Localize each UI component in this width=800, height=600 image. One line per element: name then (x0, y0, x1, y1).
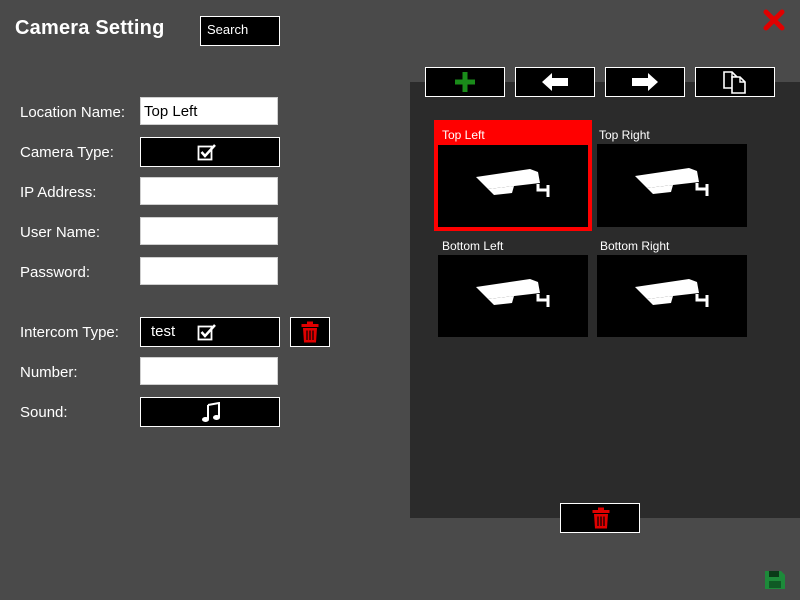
user-name-label: User Name: (20, 224, 101, 241)
location-name-input[interactable] (141, 98, 277, 124)
close-button[interactable] (763, 9, 785, 31)
arrow-left-icon (542, 73, 568, 91)
ip-address-input[interactable] (141, 178, 277, 204)
previous-button[interactable] (515, 67, 595, 97)
arrow-right-icon (632, 73, 658, 91)
camera-label-top-right: Top Right (599, 128, 650, 142)
ip-address-label: IP Address: (20, 184, 97, 201)
copy-icon (723, 71, 746, 94)
camera-label-top-left: Top Left (442, 128, 485, 142)
checkbox-icon (197, 324, 216, 341)
copy-button[interactable] (695, 67, 775, 97)
security-camera-icon (476, 279, 550, 307)
camera-type-button[interactable] (140, 137, 280, 167)
security-camera-icon (476, 169, 550, 197)
trash-icon (301, 321, 319, 343)
add-camera-button[interactable] (425, 67, 505, 97)
security-camera-icon (635, 279, 709, 307)
number-input[interactable] (141, 358, 277, 384)
password-label: Password: (20, 264, 91, 281)
location-label: Location Name: (20, 104, 126, 121)
ip-address-field[interactable] (140, 177, 278, 205)
camera-tile-bottom-right[interactable] (597, 255, 747, 337)
intercom-type-value: test (151, 323, 176, 340)
save-icon (765, 571, 785, 589)
intercom-type-button[interactable]: test (140, 317, 280, 347)
checkbox-icon (197, 144, 216, 161)
camera-label-bottom-left: Bottom Left (442, 239, 504, 253)
music-note-icon (202, 402, 220, 422)
camera-tile-top-left[interactable] (438, 145, 588, 227)
page-title: Camera Setting (15, 17, 165, 39)
sound-button[interactable] (140, 397, 280, 427)
number-field[interactable] (140, 357, 278, 385)
plus-icon (455, 72, 475, 92)
sound-label: Sound: (20, 404, 68, 421)
camera-tile-bottom-left[interactable] (438, 255, 588, 337)
search-button[interactable]: Search (200, 16, 280, 46)
location-name-field[interactable] (140, 97, 278, 125)
intercom-type-label: Intercom Type: (20, 324, 119, 341)
delete-camera-button[interactable] (560, 503, 640, 533)
camera-tile-top-right[interactable] (597, 144, 747, 227)
save-button[interactable] (764, 570, 786, 590)
security-camera-icon (635, 168, 709, 196)
trash-icon (592, 507, 610, 529)
password-input[interactable] (141, 258, 277, 284)
search-label: Search (207, 22, 249, 37)
user-name-field[interactable] (140, 217, 278, 245)
next-button[interactable] (605, 67, 685, 97)
camera-type-label: Camera Type: (20, 144, 114, 161)
close-icon (763, 9, 785, 31)
password-field[interactable] (140, 257, 278, 285)
camera-label-bottom-right: Bottom Right (600, 239, 670, 253)
delete-intercom-button[interactable] (290, 317, 330, 347)
user-name-input[interactable] (141, 218, 277, 244)
number-label: Number: (20, 364, 78, 381)
